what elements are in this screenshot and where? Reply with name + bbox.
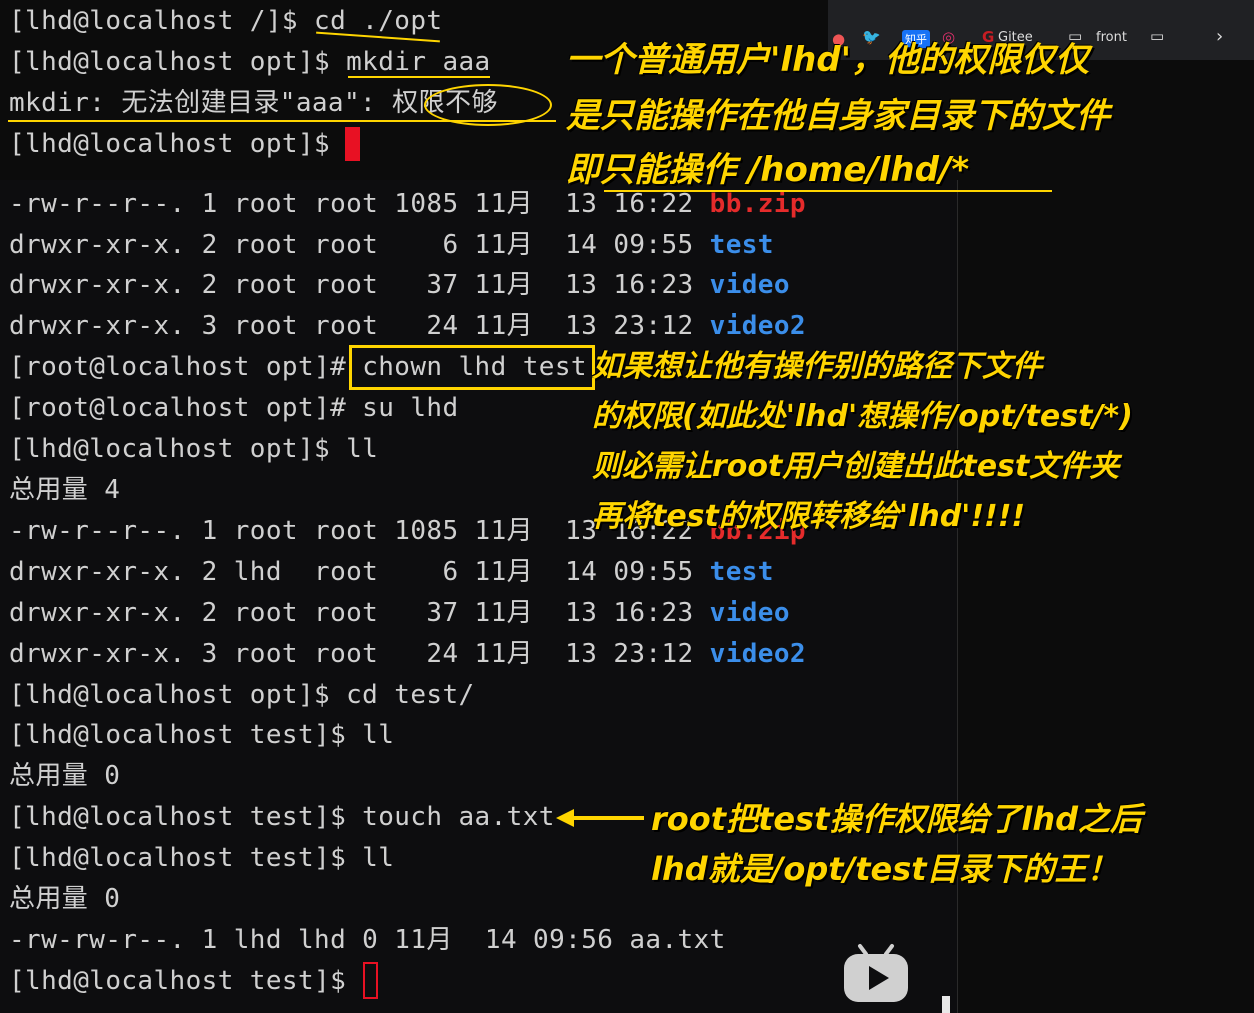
- listing-row: drwxr-xr-x. 2 root root 37 11月 13 16:23 …: [9, 268, 790, 302]
- terminal-line: [lhd@localhost opt]$ cd test/: [9, 680, 475, 710]
- terminal-line: [lhd@localhost /]$ cd ./opt: [9, 6, 443, 36]
- terminal-line: [root@localhost opt]# su lhd: [9, 393, 459, 423]
- page-icon-2[interactable]: ▭: [1150, 27, 1164, 45]
- listing-row: drwxr-xr-x. 3 root root 24 11月 13 23:12 …: [9, 637, 806, 671]
- front-bookmark[interactable]: front: [1096, 30, 1127, 45]
- terminal-line: [lhd@localhost test]$ ll: [9, 720, 395, 750]
- highlight-ellipse: [424, 84, 552, 126]
- annotation-text: lhd就是/opt/test目录下的王！: [651, 850, 1119, 888]
- bilibili-play-icon[interactable]: [842, 942, 910, 1004]
- annotation-text: 则必需让root用户创建出此test文件夹: [592, 449, 1120, 484]
- listing-row: drwxr-xr-x. 2 lhd root 6 11月 14 09:55 te…: [9, 555, 774, 589]
- listing-meta: drwxr-xr-x. 2 root root 37 11月 13 16:23: [9, 270, 710, 300]
- dir-name: video: [709, 270, 790, 300]
- terminal-line: [lhd@localhost opt]$: [9, 129, 347, 159]
- dir-name: video2: [709, 311, 806, 341]
- total-line: 总用量 0: [9, 884, 121, 914]
- dir-name: test: [709, 557, 774, 587]
- highlight-box: [349, 345, 595, 390]
- annotation-text: 如果想让他有操作别的路径下文件: [592, 349, 1042, 384]
- total-line: 总用量 4: [9, 475, 121, 505]
- dir-name: video: [709, 598, 790, 628]
- chevron-right-icon[interactable]: ›: [1216, 26, 1223, 47]
- listing-meta: drwxr-xr-x. 2 lhd root 6 11月 14 09:55: [9, 557, 710, 587]
- annotation-text: root把test操作权限给了lhd之后: [651, 800, 1143, 838]
- listing-meta: drwxr-xr-x. 2 root root 6 11月 14 09:55: [9, 230, 710, 260]
- prompt-line: [lhd@localhost test]$: [9, 966, 363, 996]
- terminal-cursor: [363, 962, 378, 999]
- listing-row: -rw-rw-r--. 1 lhd lhd 0 11月 14 09:56 aa.…: [9, 925, 726, 955]
- listing-meta: drwxr-xr-x. 3 root root 24 11月 13 23:12: [9, 311, 710, 341]
- terminal-cursor: [345, 127, 360, 161]
- dir-name: test: [709, 230, 774, 260]
- dir-name: video2: [709, 639, 806, 669]
- corner-mark: [942, 996, 950, 1013]
- listing-meta: drwxr-xr-x. 2 root root 37 11月 13 16:23: [9, 598, 710, 628]
- terminal-line: [lhd@localhost opt]$ mkdir aaa: [9, 47, 491, 77]
- annotation-text: 的权限(如此处'lhd'想操作/opt/test/*): [592, 399, 1133, 434]
- touch-line: [lhd@localhost test]$ touch aa.txt: [9, 802, 555, 832]
- annotation-underline: [604, 190, 1052, 192]
- listing-row: drwxr-xr-x. 2 root root 37 11月 13 16:23 …: [9, 596, 790, 630]
- prompt: [root@localhost opt]#: [9, 352, 363, 382]
- annotation-text: 是只能操作在他自身家目录下的文件: [566, 96, 1110, 136]
- arrow-left-icon: [556, 809, 644, 827]
- annotation-text: 一个普通用户'lhd'，他的权限仅仅: [566, 40, 1090, 80]
- terminal-line: [lhd@localhost test]$ ll: [9, 843, 395, 873]
- listing-row: drwxr-xr-x. 2 root root 6 11月 14 09:55 t…: [9, 228, 774, 262]
- terminal-line: [lhd@localhost opt]$ ll: [9, 434, 379, 464]
- annotation-text: 再将test的权限转移给'lhd'!!!!: [592, 499, 1026, 534]
- highlight-underline: [348, 76, 490, 78]
- listing-row: drwxr-xr-x. 3 root root 24 11月 13 23:12 …: [9, 309, 806, 343]
- total-line: 总用量 0: [9, 761, 121, 791]
- listing-meta: drwxr-xr-x. 3 root root 24 11月 13 23:12: [9, 639, 710, 669]
